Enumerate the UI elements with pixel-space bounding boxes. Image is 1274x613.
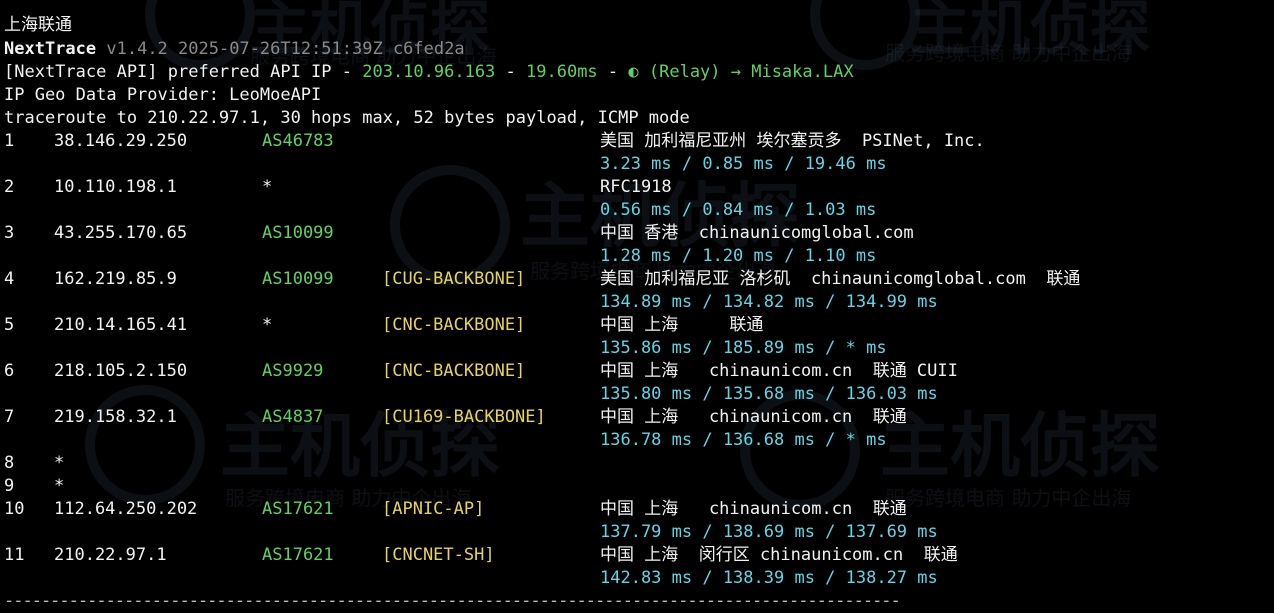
- relay-icon: ◐: [628, 62, 649, 82]
- hop-ip: 219.158.32.1: [54, 407, 177, 427]
- hop-rtt: 134.89 ms / 134.82 ms / 134.99 ms: [600, 292, 938, 312]
- location-title: 上海联通: [4, 15, 72, 35]
- hop-number: 9: [4, 476, 15, 496]
- hop-tag: [CNC-BACKBONE]: [382, 361, 526, 381]
- hop-geo: 中国 上海 闵行区 chinaunicom.cn 联通: [600, 545, 958, 565]
- hop-asn: *: [262, 315, 273, 335]
- hop-tag: [CNCNET-SH]: [382, 545, 495, 565]
- hop-geo: RFC1918: [600, 177, 672, 197]
- hop-ip: *: [54, 453, 65, 473]
- hop-geo: 美国 加利福尼亚州 埃尔塞贡多 PSINet, Inc.: [600, 131, 985, 151]
- hop-number: 4: [4, 269, 15, 289]
- hop-ip: 210.14.165.41: [54, 315, 188, 335]
- geo-provider-line: IP Geo Data Provider: LeoMoeAPI: [4, 85, 322, 105]
- api-line: [NextTrace API] preferred API IP - 203.1…: [4, 61, 854, 84]
- hop-tag: [APNIC-AP]: [382, 499, 485, 519]
- api-relay: (Relay) → Misaka.LAX: [648, 62, 854, 82]
- api-latency: 19.60ms: [526, 62, 598, 82]
- hop-asn: AS10099: [262, 223, 334, 243]
- api-separator: -: [597, 62, 629, 82]
- watermark-slogan: 服务跨境电商 助力中企出海: [885, 41, 1132, 65]
- hop-geo: 中国 上海 联通: [600, 315, 764, 335]
- api-prefix: [NextTrace API] preferred API IP -: [4, 62, 363, 82]
- watermark-logo-icon: [85, 385, 205, 505]
- hop-geo: 美国 加利福尼亚 洛杉矶 chinaunicomglobal.com 联通: [600, 269, 1081, 289]
- hop-ip: *: [54, 476, 65, 496]
- hop-number: 1: [4, 131, 15, 151]
- hop-number: 2: [4, 177, 15, 197]
- hop-number: 11: [4, 545, 25, 565]
- hop-rtt: 137.79 ms / 138.69 ms / 137.69 ms: [600, 522, 938, 542]
- hop-rtt: 142.83 ms / 138.39 ms / 138.27 ms: [600, 568, 938, 588]
- hop-asn: *: [262, 177, 273, 197]
- separator-top: ----------------------------------------…: [4, 0, 901, 11]
- watermark-slogan: 服务跨境电商 助力中企出海: [885, 486, 1132, 510]
- hop-number: 5: [4, 315, 15, 335]
- hop-number: 7: [4, 407, 15, 427]
- api-separator: -: [495, 62, 527, 82]
- hop-number: 10: [4, 499, 25, 519]
- hop-asn: AS9929: [262, 361, 324, 381]
- hop-rtt: 1.28 ms / 1.20 ms / 1.10 ms: [600, 246, 877, 266]
- hop-tag: [CNC-BACKBONE]: [382, 315, 526, 335]
- hop-ip: 38.146.29.250: [54, 131, 188, 151]
- hop-tag: [CU169-BACKBONE]: [382, 407, 546, 427]
- terminal-window: 主机侦探 服务跨境电商 助力中企出海 主机侦探 服务跨境电商 助力中企出海 主机…: [0, 0, 1274, 611]
- hop-geo: 中国 香港 chinaunicomglobal.com: [600, 223, 914, 243]
- hop-asn: AS46783: [262, 131, 334, 151]
- hop-ip: 43.255.170.65: [54, 223, 188, 243]
- hop-ip: 112.64.250.202: [54, 499, 198, 519]
- app-name: NextTrace: [4, 39, 97, 59]
- hop-asn: AS17621: [262, 545, 334, 565]
- hop-number: 8: [4, 453, 15, 473]
- watermark-logo-icon: [390, 165, 510, 285]
- watermark-logo-text: 主机侦探: [910, 0, 1150, 64]
- hop-geo: 中国 上海 chinaunicom.cn 联通: [600, 407, 907, 427]
- api-ip: 203.10.96.163: [362, 62, 496, 82]
- separator-bottom: ----------------------------------------…: [4, 591, 901, 611]
- hop-asn: AS17621: [262, 499, 334, 519]
- hop-rtt: 0.56 ms / 0.84 ms / 1.03 ms: [600, 200, 877, 220]
- hop-ip: 162.219.85.9: [54, 269, 177, 289]
- hop-rtt: 136.78 ms / 136.68 ms / * ms: [600, 430, 887, 450]
- version-line: NextTrace v1.4.2 2025-07-26T12:51:39Z c6…: [4, 38, 465, 61]
- hop-ip: 10.110.198.1: [54, 177, 177, 197]
- traceroute-info-line: traceroute to 210.22.97.1, 30 hops max, …: [4, 108, 690, 128]
- hop-rtt: 3.23 ms / 0.85 ms / 19.46 ms: [600, 154, 887, 174]
- hop-ip: 218.105.2.150: [54, 361, 188, 381]
- hop-geo: 中国 上海 chinaunicom.cn 联通 CUII: [600, 361, 958, 381]
- hop-number: 3: [4, 223, 15, 243]
- hop-ip: 210.22.97.1: [54, 545, 167, 565]
- hop-rtt: 135.80 ms / 135.68 ms / 136.03 ms: [600, 384, 938, 404]
- hop-number: 6: [4, 361, 15, 381]
- hop-asn: AS4837: [262, 407, 324, 427]
- hop-tag: [CUG-BACKBONE]: [382, 269, 526, 289]
- hop-rtt: 135.86 ms / 185.89 ms / * ms: [600, 338, 887, 358]
- hop-geo: 中国 上海 chinaunicom.cn 联通: [600, 499, 907, 519]
- version-info: v1.4.2 2025-07-26T12:51:39Z c6fed2a: [106, 39, 465, 59]
- hop-asn: AS10099: [262, 269, 334, 289]
